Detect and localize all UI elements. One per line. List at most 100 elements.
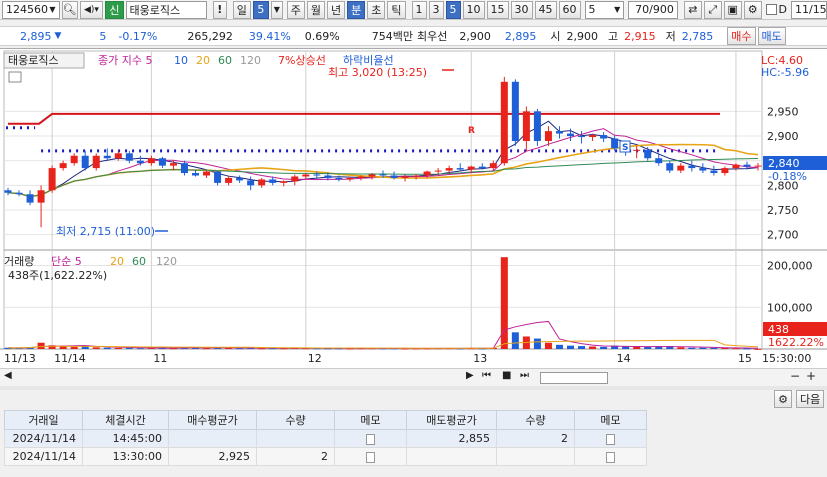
table-header[interactable]: 체결시간 — [82, 410, 169, 430]
table-cell — [574, 447, 647, 466]
stop-icon[interactable]: ■ — [502, 370, 511, 381]
chart-area[interactable]: RS 2,7002,7502,8002,8502,9002,950100,000… — [0, 48, 827, 368]
volume-tick-label: 100,000 — [767, 301, 813, 314]
tick-button[interactable]: 틱 — [387, 0, 406, 19]
volume-bar — [710, 347, 718, 349]
chevron-down-icon[interactable]: ▼ — [49, 5, 55, 14]
second-button[interactable]: 초 — [367, 0, 386, 19]
interval-buttons: 1 3 5 10 15 30 45 60 — [410, 0, 581, 19]
legend-upper-line: 7%상승선 — [278, 54, 326, 67]
scroll-left-icon[interactable]: ◀ — [4, 370, 12, 381]
zoom-in-icon[interactable]: + — [806, 369, 816, 383]
candle-body — [236, 177, 244, 181]
candle-body — [280, 181, 288, 183]
r-mark: R — [468, 126, 475, 136]
next-button[interactable]: 다음 — [796, 390, 825, 408]
candle-body — [158, 158, 166, 166]
date-field[interactable]: 11/15 — [790, 0, 827, 19]
search-icon[interactable]: 🔍︎ — [61, 0, 78, 19]
interval-button-10[interactable]: 10 — [462, 0, 485, 19]
period-dropdown[interactable]: ▼ — [270, 0, 283, 19]
forward-icon[interactable]: ⏭ — [520, 370, 529, 381]
table-header[interactable]: 거래일 — [4, 410, 83, 430]
shuffle-icon[interactable]: ⇄ — [683, 0, 702, 19]
candle-body — [478, 166, 486, 169]
speaker-icon[interactable]: ◀)▾ — [79, 0, 104, 19]
d-checkbox[interactable] — [765, 4, 777, 15]
period-num-button[interactable]: 5 — [252, 0, 269, 19]
candle-body — [203, 171, 211, 176]
candle-body — [302, 174, 310, 177]
expand-icon[interactable]: ⤢ — [703, 0, 722, 19]
table-header[interactable]: 매도평균가 — [406, 410, 497, 430]
buy-button[interactable]: 매수 — [727, 27, 756, 45]
chevron-down-icon[interactable]: ▼ — [614, 5, 620, 14]
gear-icon[interactable]: ⚙ — [743, 0, 762, 19]
legend-ma20: 20 — [196, 54, 210, 67]
chart-scrollbar[interactable]: ◀ ▶ ⏮ ■ ⏭ − + — [0, 368, 827, 386]
candle-body — [710, 170, 718, 174]
sin-badge: 신 — [105, 0, 124, 19]
candle-body — [346, 177, 354, 180]
sell-button[interactable]: 매도 — [757, 27, 786, 45]
candle-body — [533, 111, 541, 141]
rewind-icon[interactable]: ⏮ — [482, 370, 491, 381]
volume-bar — [500, 257, 508, 349]
memo-blank-icon[interactable] — [606, 451, 615, 463]
volume-bar — [622, 346, 630, 349]
candle-body — [269, 179, 277, 183]
range-slider[interactable] — [540, 372, 608, 384]
current-pct: -0.18% — [768, 170, 807, 183]
play-icon[interactable]: ▶ — [466, 370, 474, 381]
interval-input[interactable]: 5 ▼ — [584, 0, 625, 19]
alert-button[interactable]: ! — [212, 0, 227, 19]
yearly-button[interactable]: 년 — [327, 0, 346, 19]
candle-body — [677, 165, 685, 171]
x-tick-label: 11/13 — [4, 352, 36, 365]
period-day-button[interactable]: 일 — [232, 0, 251, 19]
count-field[interactable]: 70/900 — [628, 0, 678, 19]
legend-close-index: 종가 지수 5 — [98, 54, 152, 67]
trade-panel: ⚙ 다음 거래일 체결시간 매수평균가 수량 메모 매도평균가 수량 메모 2024/11/1… — [0, 390, 827, 477]
volume-bar — [688, 347, 696, 349]
table-header[interactable]: 메모 — [334, 410, 407, 430]
amount: 754백만 — [371, 30, 413, 43]
memo-blank-icon[interactable] — [366, 433, 375, 445]
save-icon[interactable]: ▣ — [723, 0, 742, 19]
candle-body — [589, 135, 597, 138]
stock-name-field[interactable]: 태웅로직스 — [125, 0, 207, 19]
table-header[interactable]: 매수평균가 — [168, 410, 257, 430]
candle-body — [169, 163, 177, 166]
minute-button[interactable]: 분 — [347, 0, 366, 19]
memo-icon[interactable] — [606, 433, 615, 445]
table-header[interactable]: 수량 — [256, 410, 335, 430]
memo-icon[interactable] — [366, 451, 375, 463]
table-header[interactable]: 메모 — [574, 410, 647, 430]
stock-code-input[interactable]: 124560 ▼ — [2, 0, 60, 19]
gear-icon[interactable]: ⚙ — [774, 390, 792, 408]
candle-body — [412, 175, 420, 177]
low: 2,785 — [681, 29, 714, 43]
interval-button-3[interactable]: 3 — [428, 0, 444, 19]
table-cell — [496, 447, 575, 466]
interval-button-1[interactable]: 1 — [411, 0, 427, 19]
zoom-out-icon[interactable]: − — [790, 369, 800, 383]
current-price: 2,840 — [768, 157, 800, 170]
grid-icon[interactable] — [8, 71, 22, 83]
interval-button-60[interactable]: 60 — [558, 0, 581, 19]
candle-body — [721, 168, 729, 174]
s-mark: S — [622, 143, 628, 153]
chart-svg[interactable]: RS 2,7002,7502,8002,8502,9002,950100,000… — [0, 49, 827, 369]
weekly-button[interactable]: 주 — [286, 0, 305, 19]
table-row[interactable]: 2024/11/14 14:45:00 2,855 2 — [4, 429, 647, 448]
interval-button-45[interactable]: 45 — [534, 0, 557, 19]
interval-button-15[interactable]: 15 — [486, 0, 509, 19]
interval-button-5[interactable]: 5 — [445, 0, 461, 19]
interval-button-30[interactable]: 30 — [510, 0, 533, 19]
table-row[interactable]: 2024/11/14 13:30:00 2,925 2 — [4, 447, 647, 466]
x-tick-label: 14 — [617, 352, 631, 365]
monthly-button[interactable]: 월 — [306, 0, 326, 19]
table-header[interactable]: 수량 — [496, 410, 575, 430]
open: 2,900 — [566, 29, 599, 43]
legend-stock-name: 태웅로직스 — [8, 54, 59, 67]
